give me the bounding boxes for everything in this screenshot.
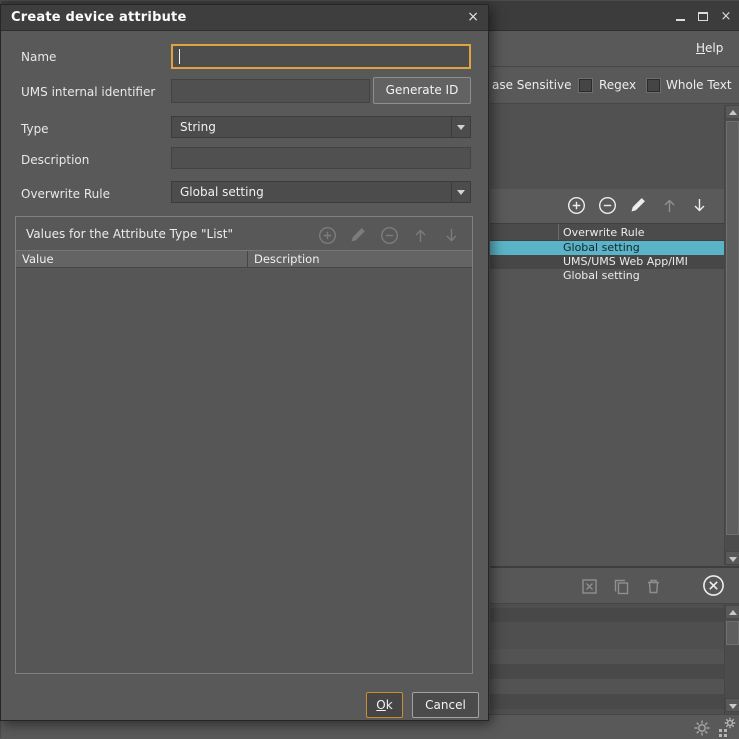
type-value: String [180,117,216,137]
minimize-button[interactable] [673,9,687,23]
overwrite-rule-value: Global setting [180,182,264,202]
edit-pencil-icon[interactable] [629,195,648,214]
move-value-up-icon[interactable] [411,226,430,245]
chevron-down-icon [451,182,470,202]
dialog-title: Create device attribute [11,5,186,30]
values-table-body [16,269,472,673]
results-rows: Global setting UMS/UMS Web App/IMI Globa… [490,241,724,283]
window-close-button[interactable]: × [719,9,733,23]
name-label: Name [21,50,56,64]
table-row[interactable]: Global setting [490,269,724,283]
move-up-icon[interactable] [660,196,679,215]
copy-icon[interactable] [612,577,631,596]
name-input[interactable] [171,44,471,69]
lower-toolbar [490,568,739,604]
value-column-header[interactable]: Value [16,251,247,267]
dialog-titlebar[interactable]: Create device attribute × [1,5,488,31]
type-dropdown[interactable]: String [171,116,471,138]
remove-icon[interactable] [598,196,617,215]
close-icon: × [721,9,732,24]
help-button[interactable]: Help [696,31,723,66]
results-panel: Overwrite Rule Global setting UMS/UMS We… [490,104,739,566]
row-stripe [490,679,724,694]
close-circle-icon[interactable] [702,574,725,597]
list-item [490,608,724,622]
edit-value-pencil-icon[interactable] [349,225,368,244]
scroll-down-button[interactable] [725,551,739,565]
case-sensitive-label: ase Sensitive [492,78,572,92]
lower-panel [490,604,739,714]
cancel-button[interactable]: Cancel [412,692,479,718]
whole-text-label: Whole Text [666,78,732,92]
move-down-icon[interactable] [690,196,709,215]
scrollbar-thumb[interactable] [726,121,739,535]
help-row: Help [490,31,739,67]
row-stripe [490,694,724,709]
results-empty-area [490,283,724,566]
delete-trash-icon[interactable] [644,577,663,596]
generate-id-button[interactable]: Generate ID [373,77,471,104]
values-panel-title: Values for the Attribute Type "List" [26,227,233,241]
scroll-down-button[interactable] [725,698,739,712]
row-stripe [490,649,724,664]
results-table-header: Overwrite Rule [490,223,724,241]
regex-label: Regex [599,78,636,92]
regex-checkbox[interactable] [579,79,592,92]
maximize-button[interactable] [696,9,710,23]
add-icon[interactable] [567,196,586,215]
type-label: Type [21,122,49,136]
chevron-down-icon [451,117,470,137]
column-divider [558,224,559,240]
row-stripe [490,664,724,679]
results-toolbar [490,189,724,223]
lower-vertical-scrollbar[interactable] [724,604,739,714]
settings-gear-icon[interactable] [692,718,712,738]
overwrite-rule-label: Overwrite Rule [21,187,110,201]
services-gear-icon[interactable] [716,716,738,738]
minimize-icon [676,19,685,21]
dialog-close-button[interactable]: × [467,5,479,30]
table-row[interactable]: Global setting [490,241,724,255]
move-value-down-icon[interactable] [442,226,461,245]
values-table-header: Value Description [16,250,472,268]
remove-value-icon[interactable] [380,226,399,245]
maximize-icon [698,12,708,21]
clear-selection-icon[interactable] [580,577,599,596]
search-options-row: ase Sensitive Regex Whole Text [490,67,739,104]
ok-button[interactable]: Ok [366,692,403,718]
scroll-up-button[interactable] [725,105,739,119]
overwrite-rule-column-header[interactable]: Overwrite Rule [563,226,645,239]
description-column-header[interactable]: Description [248,251,472,267]
ums-identifier-label: UMS internal identifier [21,85,155,99]
description-label: Description [21,153,89,167]
create-device-attribute-dialog: Create device attribute × Name UMS inter… [0,4,489,721]
overwrite-rule-dropdown[interactable]: Global setting [171,181,471,203]
description-input[interactable] [171,147,471,169]
values-panel: Values for the Attribute Type "List" Val… [15,216,473,674]
results-vertical-scrollbar[interactable] [724,105,739,565]
scrollbar-thumb[interactable] [726,621,739,645]
scroll-up-button[interactable] [725,605,739,619]
window-controls: × [673,9,733,23]
text-caret [179,49,180,64]
add-value-icon[interactable] [318,226,337,245]
table-row[interactable]: UMS/UMS Web App/IMI [490,255,724,269]
ums-identifier-input[interactable] [171,79,370,103]
whole-text-checkbox[interactable] [647,79,660,92]
